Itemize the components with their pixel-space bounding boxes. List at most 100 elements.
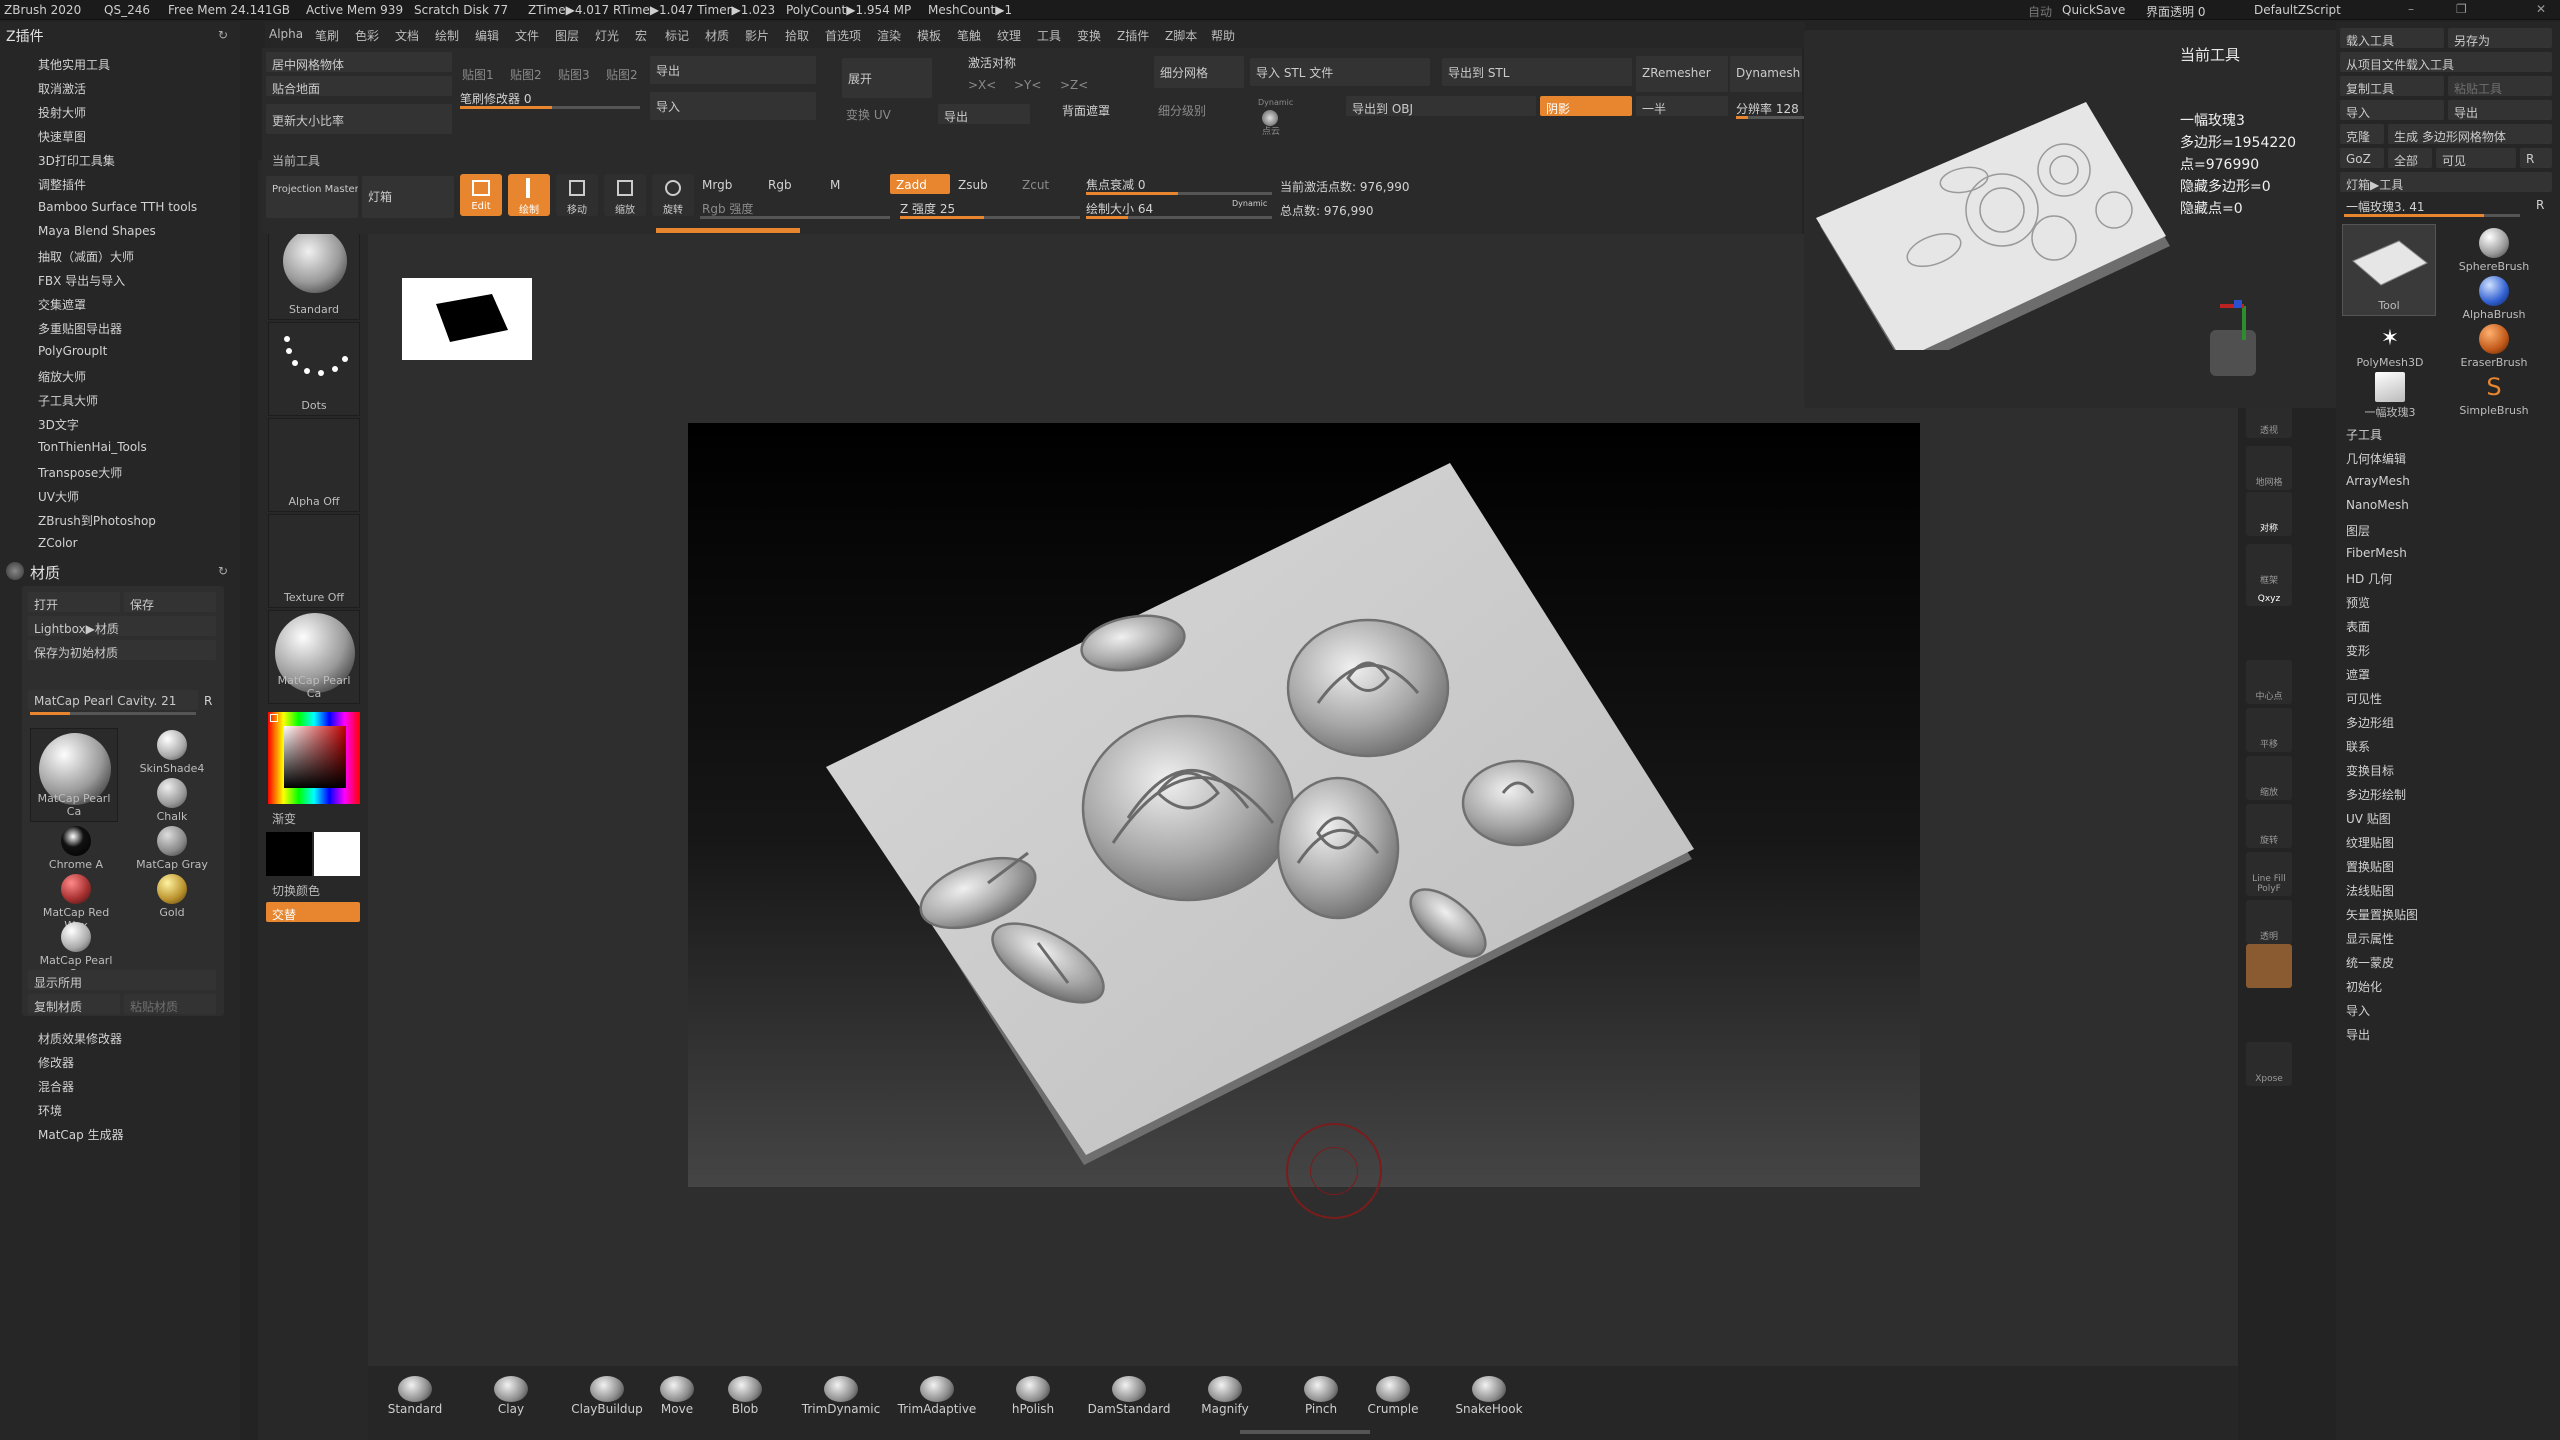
local-symmetry-button[interactable]: 对称 [2246,492,2292,536]
zplugin-item[interactable]: UV大师 [38,488,79,505]
morph-target-section[interactable]: 变换目标 [2346,762,2394,779]
eraserbrush-tool[interactable]: EraserBrush [2440,324,2548,369]
draw-mode-button[interactable]: 绘制 [508,174,550,216]
symmetry-y-button[interactable]: >Y< [1014,78,1041,92]
goz-button[interactable]: GoZ [2340,148,2384,168]
move-view-button[interactable]: 平移 [2246,708,2292,752]
rose-relief-tool[interactable]: 一幅玫瑰3 [2340,372,2440,420]
export-section[interactable]: 导出 [2346,1026,2370,1043]
brush-selector[interactable]: Standard [268,224,360,320]
qxyz-button[interactable]: Qxyz [2246,586,2292,606]
menu-picker[interactable]: 拾取 [785,27,809,44]
zplugin-item[interactable]: 投射大师 [38,104,86,121]
zplugin-item[interactable]: 抽取（减面）大师 [38,248,134,265]
current-tool-slider[interactable]: 一幅玫瑰3. 41 [2346,198,2425,215]
projection-master-button[interactable]: Projection Master [266,176,358,218]
alphabrush-tool[interactable]: AlphaBrush [2440,276,2548,321]
alpha-selector[interactable]: Alpha Off [268,418,360,512]
color-picker[interactable] [268,712,360,804]
zplugin-item[interactable]: Transpose大师 [38,464,122,481]
backface-mask-button[interactable]: 背面遮罩 [1062,102,1110,119]
polyframe-button[interactable]: Line Fill PolyF [2246,852,2292,896]
import-button[interactable]: 导入 [650,92,816,120]
current-material-thumbnail[interactable]: MatCap Pearl Ca [30,728,118,822]
rotate-mode-button[interactable]: 旋转 [652,174,694,216]
material-gold[interactable]: Gold [134,874,210,919]
copy-tool-button[interactable]: 复制工具 [2340,76,2444,96]
symmetry-z-button[interactable]: >Z< [1060,78,1088,92]
brush-trimdynamic[interactable]: TrimDynamic [796,1376,886,1420]
floor-grid-button[interactable]: 地网格 [2246,446,2292,490]
menu-transform[interactable]: 变换 [1077,27,1101,44]
deformation-section[interactable]: 变形 [2346,642,2370,659]
material-lightbox-button[interactable]: Lightbox▶材质 [28,616,216,636]
zplugin-item[interactable]: 交集遮罩 [38,296,86,313]
rotate-view-button[interactable]: 旋转 [2246,804,2292,848]
texture-map-section[interactable]: 纹理贴图 [2346,834,2394,851]
update-ratio-button[interactable]: 更新大小比率 [266,104,452,134]
menu-marker[interactable]: 标记 [665,27,689,44]
stick-to-floor-button[interactable]: 贴合地面 [266,76,452,96]
displacement-map-section[interactable]: 置换贴图 [2346,858,2394,875]
scale-mode-button[interactable]: 缩放 [604,174,646,216]
zplugin-item[interactable]: Maya Blend Shapes [38,224,156,238]
material-skinshade4[interactable]: SkinShade4 [134,730,210,775]
point-cloud-label[interactable]: 点云 [1262,124,1280,137]
brush-magnify[interactable]: Magnify [1180,1376,1270,1420]
menu-light[interactable]: 灯光 [595,27,619,44]
move-mode-button[interactable]: 移动 [556,174,598,216]
close-icon[interactable]: ✕ [2536,2,2546,16]
show-used-button[interactable]: 显示所用 [28,970,216,990]
mrgb-button[interactable]: Mrgb [702,178,732,192]
brush-standard[interactable]: Standard [370,1376,460,1420]
visibility-section[interactable]: 可见性 [2346,690,2382,707]
dynamic-subdiv-label[interactable]: Dynamic [1258,98,1293,107]
menu-preferences[interactable]: 首选项 [825,27,861,44]
make-polymesh-button[interactable]: 生成 多边形网格物体 [2388,124,2552,144]
material-open-button[interactable]: 打开 [28,592,120,612]
half-button[interactable]: 一半 [1636,96,1728,116]
unified-skin-section[interactable]: 统一蒙皮 [2346,954,2394,971]
secondary-color-swatch[interactable] [314,832,360,876]
activate-symmetry-button[interactable]: 激活对称 [968,54,1016,71]
alternate-button[interactable]: 交替 [266,902,360,922]
stamp3-label[interactable]: 贴图3 [558,66,590,83]
matcap-generator-item[interactable]: MatCap 生成器 [38,1126,124,1143]
layers-section[interactable]: 图层 [2346,522,2370,539]
edit-mode-button[interactable]: Edit [460,174,502,216]
zplugin-item[interactable]: 快速草图 [38,128,86,145]
material-modifiers-item[interactable]: 材质效果修改器 [38,1030,122,1047]
material-save-button[interactable]: 保存 [124,592,216,612]
dynamic-size-toggle[interactable]: Dynamic [1232,199,1267,208]
menu-zplugin[interactable]: Z插件 [1117,27,1149,44]
zplugin-item[interactable]: 子工具大师 [38,392,98,409]
export-uv-button[interactable]: 导出 [938,104,1030,124]
goz-r-button[interactable]: R [2520,148,2552,168]
brush-modifier-track[interactable] [460,106,640,109]
copy-material-button[interactable]: 复制材质 [28,994,120,1014]
stamp1-label[interactable]: 贴图1 [462,66,494,83]
m-button[interactable]: M [830,178,840,192]
nanomesh-section[interactable]: NanoMesh [2346,498,2409,512]
subdiv-level-slider[interactable]: 细分级别 [1158,102,1206,119]
arraymesh-section[interactable]: ArrayMesh [2346,474,2410,488]
hd-geometry-section[interactable]: HD 几何 [2346,570,2392,587]
import-stl-button[interactable]: 导入 STL 文件 [1250,58,1430,86]
zplugin-item[interactable]: FBX 导出与导入 [38,272,125,289]
color-square[interactable] [284,726,346,788]
material-slider-track[interactable] [30,712,196,715]
zplugin-item[interactable]: 其他实用工具 [38,56,110,73]
subtool-section[interactable]: 子工具 [2346,426,2382,443]
mixer-item[interactable]: 混合器 [38,1078,74,1095]
save-init-material-button[interactable]: 保存为初始材质 [28,640,216,660]
focal-shift-slider[interactable]: 焦点衰减 0 [1086,176,1145,193]
masking-section[interactable]: 遮罩 [2346,666,2370,683]
uv-map-section[interactable]: UV 贴图 [2346,810,2391,827]
switch-color-button[interactable]: 切换颜色 [272,882,320,899]
unfold-button[interactable]: 展开 [842,58,932,98]
center-mesh-button[interactable]: 居中网格物体 [266,52,452,72]
brush-trimadaptive[interactable]: TrimAdaptive [892,1376,982,1420]
refresh-icon[interactable]: ↻ [218,28,228,42]
material-selector[interactable]: MatCap Pearl Ca [268,610,360,704]
vector-displacement-section[interactable]: 矢量置换贴图 [2346,906,2418,923]
